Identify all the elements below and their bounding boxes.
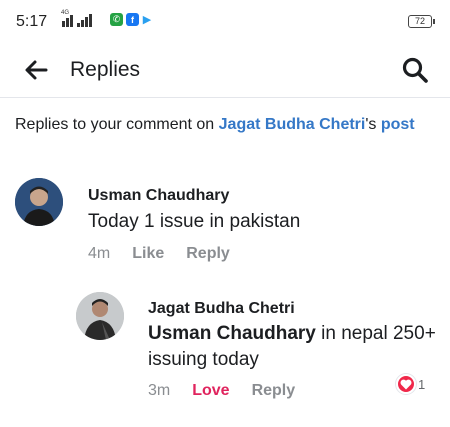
comment-text: Today 1 issue in pakistan bbox=[88, 211, 301, 232]
comment-text: Usman Chaudhary in nepal 250+ issuing to… bbox=[148, 321, 450, 373]
like-button[interactable]: Like bbox=[132, 245, 164, 263]
cell-signal-icon: 4G bbox=[61, 10, 73, 27]
app-header: Replies bbox=[0, 44, 450, 98]
notification-icons: ✆ f ▶ bbox=[110, 13, 152, 26]
avatar[interactable] bbox=[15, 178, 63, 226]
love-reaction-button[interactable]: Love bbox=[192, 382, 229, 400]
whatsapp-icon: ✆ bbox=[110, 13, 123, 26]
post-link[interactable]: post bbox=[381, 116, 415, 133]
author-link[interactable]: Jagat Budha Chetri bbox=[219, 116, 366, 133]
reply-button[interactable]: Reply bbox=[252, 382, 296, 400]
mention-link[interactable]: Usman Chaudhary bbox=[148, 323, 316, 344]
user-avatar-image bbox=[15, 178, 63, 226]
facebook-icon: f bbox=[126, 13, 139, 26]
comment-time: 3m bbox=[148, 382, 171, 399]
reaction-count: 1 bbox=[418, 376, 426, 392]
comment-actions: 3m Love Reply bbox=[148, 382, 317, 400]
cell-signal-icon-2 bbox=[77, 14, 92, 27]
comment-time: 4m bbox=[88, 245, 111, 262]
signal-icons: 4G bbox=[61, 10, 92, 27]
status-time: 5:17 bbox=[16, 13, 48, 30]
intro-possessive: 's bbox=[365, 116, 377, 133]
user-avatar-image bbox=[76, 292, 124, 340]
replies-intro: Replies to your comment on Jagat Budha C… bbox=[15, 114, 435, 135]
battery-icon: 72 bbox=[408, 15, 435, 28]
back-arrow-icon[interactable] bbox=[22, 56, 50, 84]
play-icon: ▶ bbox=[142, 14, 152, 26]
avatar[interactable] bbox=[76, 292, 124, 340]
comment-author[interactable]: Usman Chaudhary bbox=[88, 187, 229, 205]
comment-author[interactable]: Jagat Budha Chetri bbox=[148, 300, 295, 318]
reaction-summary[interactable]: 1 bbox=[396, 374, 425, 394]
comment-actions: 4m Like Reply bbox=[88, 245, 252, 263]
heart-shape-icon bbox=[400, 379, 412, 389]
search-icon[interactable] bbox=[400, 55, 430, 85]
status-bar: 5:17 4G ✆ f ▶ 72 bbox=[0, 0, 450, 44]
intro-text: Replies to your comment on bbox=[15, 116, 219, 133]
heart-icon bbox=[396, 374, 416, 394]
network-type-label: 4G bbox=[61, 10, 70, 16]
reply-button[interactable]: Reply bbox=[186, 245, 230, 263]
page-title: Replies bbox=[70, 58, 141, 81]
